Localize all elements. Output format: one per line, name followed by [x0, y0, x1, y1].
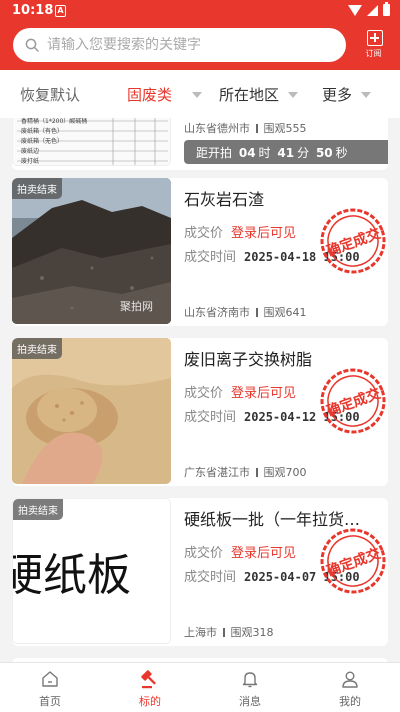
resin-image: [12, 338, 171, 484]
price-label: 成交价: [184, 226, 224, 241]
item-thumbnail: 硬纸板 拍卖结束: [12, 498, 171, 644]
filter-region[interactable]: 所在地区: [219, 84, 299, 105]
price-label: 成交价: [184, 546, 224, 561]
item-location: 广东省湛江市 围观700: [184, 464, 307, 480]
tab-home-label: 首页: [39, 695, 61, 708]
filter-reset-label: 恢复默认: [20, 86, 81, 104]
location-text: 山东省德州市: [184, 122, 250, 135]
app-header: 10:18 A 订阅: [0, 0, 400, 70]
tab-messages-label: 消息: [239, 695, 261, 708]
notification-a-icon: A: [55, 5, 66, 17]
price-row: 成交价 登录后可见: [184, 222, 296, 241]
divider: [256, 468, 258, 477]
item-thumbnail: 拍卖结束 聚拍网: [12, 178, 171, 324]
user-icon: [342, 671, 358, 688]
auction-list[interactable]: 香精桶（1*200）酸碱桶 废纸箱（有色） 废纸箱（无色） 废纸边 废打纸 山东…: [0, 118, 400, 662]
tab-mine[interactable]: 我的: [320, 667, 380, 709]
document-lines: 香精桶（1*200）酸碱桶 废纸箱（有色） 废纸箱（无色） 废纸边 废打纸: [21, 118, 88, 165]
home-icon: [42, 671, 58, 687]
caret-down-icon: [361, 91, 372, 98]
filter-region-label: 所在地区: [219, 86, 280, 104]
battery-icon: [383, 2, 390, 16]
caret-down-icon: [288, 91, 299, 98]
time-label: 成交时间: [184, 570, 237, 585]
price-row: 成交价 登录后可见: [184, 542, 296, 561]
item-location: 山东省济南市 围观641: [184, 304, 307, 320]
status-icons: [348, 2, 390, 16]
countdown-unit: 分: [297, 146, 310, 160]
sold-stamp-icon: 确定成交: [320, 528, 386, 594]
caret-down-icon: [192, 91, 203, 98]
thumbnail-text: 硬纸板: [12, 550, 131, 601]
countdown-unit: 秒: [335, 146, 348, 160]
location-text: 山东省济南市: [184, 306, 250, 319]
price-value[interactable]: 登录后可见: [231, 546, 296, 561]
item-thumbnail: 香精桶（1*200）酸碱桶 废纸箱（有色） 废纸箱（无色） 废纸边 废打纸: [12, 118, 171, 166]
doc-line: 废纸箱（无色）: [21, 138, 64, 145]
status-bar: 10:18 A: [0, 0, 400, 24]
bottom-tab-bar: 首页 标的 消息 我的: [0, 662, 400, 712]
filter-bar: 恢复默认 固废类 所在地区 更多: [0, 70, 400, 118]
tab-messages[interactable]: 消息: [220, 667, 280, 709]
tab-mine-label: 我的: [339, 695, 361, 708]
search-bar[interactable]: [13, 28, 346, 62]
price-value[interactable]: 登录后可见: [231, 386, 296, 401]
item-location: 山东省德州市 围观555: [184, 120, 307, 136]
status-badge: 拍卖结束: [12, 338, 62, 359]
divider: [223, 628, 225, 637]
plus-square-icon: [367, 30, 383, 46]
sold-stamp-icon: 确定成交: [320, 368, 386, 434]
subscribe-label: 订阅: [365, 49, 382, 58]
list-item[interactable]: 硬纸板 拍卖结束 硬纸板一批（一年拉货… 成交价 登录后可见 成交时间 2025-0…: [12, 498, 388, 646]
location-text: 广东省湛江市: [184, 466, 250, 479]
doc-line: 废打纸: [21, 158, 40, 165]
price-row: 成交价 登录后可见: [184, 382, 296, 401]
divider: [256, 124, 258, 133]
status-badge: 拍卖结束: [13, 499, 63, 520]
location-text: 上海市: [184, 626, 217, 639]
views-text: 围观555: [263, 122, 307, 135]
price-label: 成交价: [184, 386, 224, 401]
filter-category-label: 固废类: [127, 86, 173, 104]
filter-more-label: 更多: [322, 86, 353, 104]
views-text: 围观318: [230, 626, 274, 639]
signal-icon: [367, 4, 378, 16]
item-thumbnail: 拍卖结束: [12, 338, 171, 484]
countdown-minutes: 50: [315, 146, 333, 160]
list-item[interactable]: 拍卖结束 废旧离子交换树脂 成交价 登录后可见 成交时间 2025-04-12 15…: [12, 338, 388, 486]
gavel-icon: [141, 670, 156, 689]
countdown-bar: 距开拍 04 时 41 分 50 秒: [184, 140, 388, 164]
doc-line: 废纸箱（有色）: [21, 128, 64, 135]
divider: [256, 308, 258, 317]
views-text: 围观700: [263, 466, 307, 479]
bell-icon: [242, 672, 258, 688]
filter-more[interactable]: 更多: [322, 84, 372, 105]
list-item[interactable]: 香精桶（1*200）酸碱桶 废纸箱（有色） 废纸箱（无色） 废纸边 废打纸 山东…: [12, 118, 388, 170]
tab-bids[interactable]: 标的: [120, 667, 180, 709]
countdown-hours: 41: [277, 146, 295, 160]
views-text: 围观641: [263, 306, 307, 319]
sold-stamp-icon: 确定成交: [320, 208, 386, 274]
status-badge: 拍卖结束: [12, 178, 62, 199]
time-label: 成交时间: [184, 250, 237, 265]
time-label: 成交时间: [184, 410, 237, 425]
doc-line: 废纸边: [21, 148, 40, 155]
filter-category[interactable]: 固废类: [127, 84, 203, 105]
status-time: 10:18: [12, 3, 54, 18]
countdown-prefix: 距开拍: [196, 146, 233, 160]
list-item[interactable]: 拍卖结束 聚拍网 石灰岩石渣 成交价 登录后可见 成交时间 2025-04-18 1…: [12, 178, 388, 326]
tab-bids-label: 标的: [139, 695, 161, 708]
watermark: 聚拍网: [120, 300, 153, 313]
wifi-icon: [348, 4, 362, 16]
search-icon: [25, 38, 39, 52]
countdown-days: 04: [238, 146, 256, 160]
countdown-unit: 时: [258, 146, 271, 160]
filter-reset[interactable]: 恢复默认: [20, 84, 80, 105]
search-input[interactable]: [47, 37, 317, 53]
item-location: 上海市 围观318: [184, 624, 274, 640]
subscribe-button[interactable]: 订阅: [364, 30, 386, 59]
price-value[interactable]: 登录后可见: [231, 226, 296, 241]
doc-line: 香精桶（1*200）酸碱桶: [21, 118, 88, 125]
tab-home[interactable]: 首页: [20, 667, 80, 709]
